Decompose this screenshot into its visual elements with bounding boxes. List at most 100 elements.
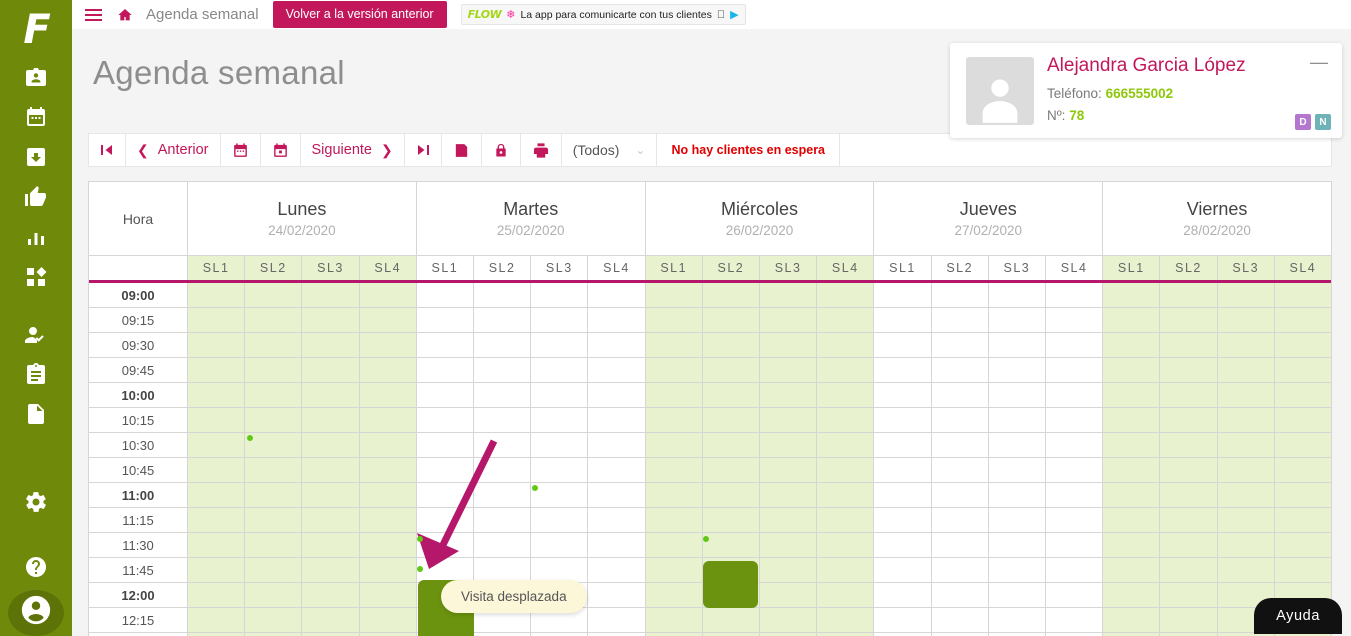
calendar-cell[interactable] — [932, 583, 989, 607]
calendar-cell[interactable] — [188, 433, 246, 457]
calendar-cell[interactable] — [531, 483, 589, 507]
calendar-cell[interactable] — [932, 558, 989, 582]
calendar-cell[interactable] — [531, 408, 589, 432]
calendar-cell[interactable] — [588, 358, 644, 382]
calendar-cell[interactable] — [245, 283, 303, 307]
calendar-cell[interactable] — [702, 483, 760, 507]
calendar-cell[interactable] — [531, 558, 589, 582]
calendar-cell[interactable] — [989, 433, 1046, 457]
sidebar-item-settings[interactable] — [0, 485, 72, 525]
status-badge-n[interactable]: N — [1315, 114, 1331, 130]
calendar-cell[interactable] — [1160, 358, 1218, 382]
calendar-cell[interactable] — [359, 558, 416, 582]
calendar-cell[interactable] — [1103, 358, 1161, 382]
sidebar-item-help[interactable] — [0, 550, 72, 590]
calendar-cell[interactable] — [989, 358, 1046, 382]
calendar-cell[interactable] — [245, 408, 303, 432]
calendar-cell[interactable] — [1046, 433, 1102, 457]
calendar-cell[interactable] — [588, 283, 644, 307]
calendar-cell[interactable] — [932, 533, 989, 557]
appointment-block[interactable] — [703, 561, 758, 608]
calendar-cell[interactable] — [645, 308, 703, 332]
calendar-cell[interactable] — [588, 558, 644, 582]
calendar-cell[interactable] — [1103, 408, 1161, 432]
calendar-cell[interactable] — [474, 308, 532, 332]
brand-logo[interactable]: F — [0, 0, 72, 60]
calendar-cell[interactable] — [1046, 358, 1102, 382]
back-to-previous-version-button[interactable]: Volver a la versión anterior — [272, 1, 447, 28]
lock-button[interactable] — [482, 134, 521, 166]
calendar-cell[interactable] — [645, 433, 703, 457]
calendar-cell[interactable] — [817, 308, 874, 332]
sidebar-item-documents[interactable] — [0, 397, 72, 437]
calendar-cell[interactable] — [989, 483, 1046, 507]
calendar-cell[interactable] — [645, 608, 703, 632]
calendar-cell[interactable] — [817, 458, 874, 482]
slot-header-sl1[interactable]: SL1 — [188, 256, 246, 280]
calendar-cell[interactable] — [588, 483, 644, 507]
calendar-cell[interactable] — [1274, 508, 1331, 532]
calendar-cell[interactable] — [474, 458, 532, 482]
calendar-cell[interactable] — [874, 558, 932, 582]
day-view-button[interactable] — [261, 134, 301, 166]
calendar-cell[interactable] — [1160, 458, 1218, 482]
calendar-cell[interactable] — [989, 583, 1046, 607]
calendar-cell[interactable] — [302, 308, 360, 332]
calendar-cell[interactable] — [188, 358, 246, 382]
calendar-cell[interactable] — [531, 283, 589, 307]
calendar-cell[interactable] — [874, 458, 932, 482]
calendar-cell[interactable] — [359, 408, 416, 432]
calendar-cell[interactable] — [1160, 308, 1218, 332]
calendar-cell[interactable] — [1274, 358, 1331, 382]
calendar-cell[interactable] — [245, 533, 303, 557]
calendar-cell[interactable] — [245, 333, 303, 357]
calendar-cell[interactable] — [760, 308, 818, 332]
calendar-cell[interactable] — [188, 583, 246, 607]
calendar-cell[interactable] — [1103, 308, 1161, 332]
calendar-cell[interactable] — [1103, 583, 1161, 607]
calendar-cell[interactable] — [932, 283, 989, 307]
calendar-cell[interactable] — [817, 283, 874, 307]
calendar-cell[interactable] — [817, 558, 874, 582]
calendar-cell[interactable] — [188, 308, 246, 332]
slot-header-sl2[interactable]: SL2 — [245, 256, 303, 280]
calendar-cell[interactable] — [302, 483, 360, 507]
slot-header-sl1[interactable]: SL1 — [645, 256, 703, 280]
google-play-icon[interactable]: ▶ — [730, 8, 738, 21]
calendar-cell[interactable] — [702, 333, 760, 357]
calendar-cell[interactable] — [188, 383, 246, 407]
calendar-cell[interactable] — [874, 308, 932, 332]
calendar-cell[interactable] — [474, 433, 532, 457]
calendar-cell[interactable] — [1217, 308, 1275, 332]
calendar-cell[interactable] — [1160, 383, 1218, 407]
month-view-button[interactable] — [221, 134, 261, 166]
calendar-cell[interactable] — [1103, 383, 1161, 407]
calendar-cell[interactable] — [359, 608, 416, 632]
calendar-cell[interactable] — [1160, 508, 1218, 532]
calendar-cell[interactable] — [245, 558, 303, 582]
hamburger-menu-icon[interactable] — [76, 8, 110, 21]
calendar-cell[interactable] — [645, 408, 703, 432]
calendar-cell[interactable] — [989, 308, 1046, 332]
calendar-cell[interactable] — [1217, 558, 1275, 582]
calendar-cell[interactable] — [474, 508, 532, 532]
calendar-cell[interactable] — [359, 458, 416, 482]
calendar-cell[interactable] — [702, 433, 760, 457]
calendar-cell[interactable] — [1103, 508, 1161, 532]
calendar-cell[interactable] — [817, 533, 874, 557]
calendar-cell[interactable] — [531, 458, 589, 482]
sidebar-item-tasks[interactable] — [0, 357, 72, 397]
calendar-cell[interactable] — [188, 483, 246, 507]
calendar-cell[interactable] — [817, 508, 874, 532]
calendar-cell[interactable] — [817, 333, 874, 357]
calendar-cell[interactable] — [1046, 608, 1102, 632]
calendar-cell[interactable] — [245, 608, 303, 632]
previous-week-button[interactable]: ❮ Anterior — [126, 134, 221, 166]
calendar-cell[interactable] — [417, 383, 474, 407]
calendar-cell[interactable] — [645, 283, 703, 307]
calendar-cell[interactable] — [817, 383, 874, 407]
slot-header-sl1[interactable]: SL1 — [417, 256, 474, 280]
calendar-cell[interactable] — [188, 283, 246, 307]
calendar-cell[interactable] — [1046, 458, 1102, 482]
calendar-cell[interactable] — [474, 283, 532, 307]
